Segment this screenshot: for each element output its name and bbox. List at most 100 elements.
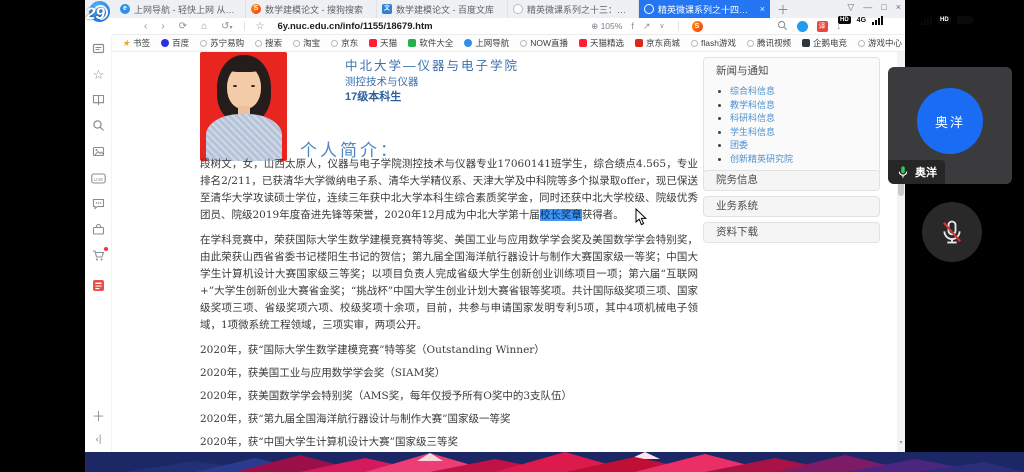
- globe-favicon: [858, 40, 865, 47]
- picture-icon[interactable]: [85, 145, 112, 163]
- notification-dot: [104, 247, 108, 251]
- globe-favicon: [293, 40, 300, 47]
- news-link[interactable]: 科研科信息: [730, 112, 879, 126]
- microphone-mute-button[interactable]: [922, 202, 982, 262]
- news-link[interactable]: 教学科信息: [730, 99, 879, 113]
- bookmark-search[interactable]: 搜索: [255, 37, 282, 49]
- home-icon[interactable]: ⌂: [201, 21, 207, 32]
- cart-icon[interactable]: [85, 249, 112, 267]
- bookmark-tmall[interactable]: 天猫: [369, 37, 397, 49]
- search-icon[interactable]: [777, 20, 788, 33]
- tab-baidu-wenku[interactable]: 文 数学建模论文 - 百度文库: [377, 0, 508, 18]
- profile-body: 段树文，女，山西太原人，仪器与电子学院测控技术与仪器专业17060141班学生，…: [200, 156, 698, 452]
- live-icon[interactable]: LIVE: [85, 171, 112, 189]
- url-field[interactable]: 6y.nuc.edu.cn/info/1155/18679.htm: [278, 21, 433, 32]
- sidebar-collapse-button[interactable]: ‹|: [85, 434, 112, 445]
- back-icon[interactable]: ‹: [144, 21, 147, 32]
- tab-lecture-13[interactable]: 精英微课系列之十三：马天成--保研: [508, 0, 639, 18]
- participant-label: 奥洋: [888, 160, 945, 184]
- globe-favicon: [255, 40, 262, 47]
- mic-muted-icon: [938, 218, 966, 246]
- bookmark-software[interactable]: 软件大全: [408, 37, 453, 49]
- news-link-label: 学生科信息: [730, 127, 775, 137]
- bookmark-taobao[interactable]: 淘宝: [293, 37, 320, 49]
- award-item: 2020年，获“第九届全国海洋航行器设计与制作大赛”国家级一等奖: [200, 411, 698, 428]
- bookmarks-menu[interactable]: ★书签: [122, 37, 150, 49]
- share-icon[interactable]: ↗: [643, 21, 651, 32]
- bookmark-nav[interactable]: 上网导航: [464, 37, 509, 49]
- signal-bars-icon: [921, 16, 932, 25]
- tab-close-icon[interactable]: ×: [760, 4, 765, 14]
- news-link-label: 创新精英研究院: [730, 154, 793, 164]
- jd-favicon: [635, 39, 643, 47]
- page-zoom-control[interactable]: ⊕ 105%: [591, 21, 622, 32]
- mic-active-icon: [896, 165, 910, 179]
- nav-favicon: [464, 39, 472, 47]
- globe-favicon: [520, 40, 527, 47]
- photo-fringe: [225, 59, 263, 72]
- news-card-title: 新闻与通知: [704, 58, 879, 81]
- bookmark-now-live[interactable]: NOW直播: [520, 37, 568, 49]
- reading-mode-icon[interactable]: [85, 93, 112, 111]
- collections-icon[interactable]: [85, 42, 112, 60]
- bookmark-suning[interactable]: 苏宁易购: [200, 37, 244, 49]
- globe-favicon: [644, 4, 654, 14]
- bookmark-flash-games[interactable]: flash游戏: [691, 37, 736, 49]
- briefcase-icon[interactable]: [85, 223, 112, 241]
- meeting-floating-window[interactable]: 奥洋 奥洋: [888, 67, 1012, 184]
- paragraph-text: 获得者。: [582, 209, 624, 221]
- globe-favicon: [200, 40, 207, 47]
- search-icon[interactable]: [85, 119, 112, 137]
- extension-blue-icon[interactable]: [797, 21, 808, 32]
- bookmark-baidu[interactable]: 百度: [161, 37, 189, 49]
- section-yuanwu[interactable]: 院务信息: [703, 170, 880, 191]
- bookmark-tencent-video[interactable]: 腾讯视频: [747, 37, 791, 49]
- hd-volte-icon: HD: [938, 16, 951, 24]
- tab-sogou-search[interactable]: S 数学建模论文 - 搜狗搜索: [246, 0, 377, 18]
- bookmark-tmall-select[interactable]: 天猫精选: [579, 37, 624, 49]
- paragraph-2: 在学科竞赛中，荣获国际大学生数学建模竞赛特等奖、美国工业与应用数学学会奖及美国数…: [200, 232, 698, 334]
- bookmark-jd-mall[interactable]: 京东商城: [635, 37, 680, 49]
- tab-title: 数学建模论文 - 搜狗搜索: [265, 3, 371, 16]
- sidebar-add-button[interactable]: ＋: [85, 406, 112, 425]
- new-tab-button[interactable]: ＋: [775, 1, 791, 18]
- battery-icon: [957, 16, 972, 24]
- news-link-label: 综合科信息: [730, 86, 775, 96]
- sogou-extension-icon[interactable]: S: [692, 21, 703, 32]
- award-item: 2020年，获美国数学学会特别奖（AMS奖，每年仅授予所有O奖中的3支队伍）: [200, 388, 698, 405]
- news-link[interactable]: 学生科信息: [730, 126, 879, 140]
- favorites-star-icon[interactable]: ☆: [85, 67, 112, 83]
- forward-icon[interactable]: ›: [161, 21, 164, 32]
- award-item: 2020年，获“中国大学生计算机设计大赛”国家级三等奖: [200, 434, 698, 451]
- bookmark-jd[interactable]: 京东: [331, 37, 358, 49]
- webpage-viewport: 中北大学—仪器与电子学院 测控技术与仪器 17级本科生 个人简介： 段树文，女，…: [112, 52, 897, 452]
- bookmark-star-icon[interactable]: ☆: [256, 21, 265, 32]
- tab-title: 上网导航 - 轻快上网 从这里开始: [134, 3, 240, 16]
- signal-bars-icon: [872, 16, 883, 25]
- chevron-down-icon[interactable]: ∨: [659, 22, 664, 30]
- tab-bar: e 上网导航 - 轻快上网 从这里开始 S 数学建模论文 - 搜狗搜索 文 数学…: [85, 0, 905, 18]
- bookmark-penguin-esports[interactable]: 企鹅电竞: [802, 37, 847, 49]
- tab-lecture-14-active[interactable]: 精英微课系列之十四：段树文--最 ×: [639, 0, 770, 18]
- section-yewu[interactable]: 业务系统: [703, 196, 880, 217]
- messages-icon[interactable]: [85, 197, 112, 215]
- news-link[interactable]: 创新精英研究院: [730, 153, 879, 167]
- globe-favicon: [331, 40, 338, 47]
- undo-close-icon[interactable]: ↺▾: [221, 21, 232, 32]
- news-link[interactable]: 团委: [730, 139, 879, 153]
- news-link[interactable]: 综合科信息: [730, 85, 879, 99]
- translate-extension-icon[interactable]: 译: [817, 21, 828, 32]
- news-link-list: 综合科信息 教学科信息 科研科信息 学生科信息 团委 创新精英研究院: [704, 85, 879, 166]
- bookmark-game-center[interactable]: 游戏中心: [858, 37, 902, 49]
- font-tool-icon[interactable]: f: [631, 21, 634, 31]
- scrollbar-down-arrow[interactable]: ▾: [897, 439, 905, 446]
- refresh-icon[interactable]: ⟳: [179, 21, 187, 32]
- red-app-icon[interactable]: [85, 279, 112, 297]
- section-ziliao[interactable]: 资料下载: [703, 222, 880, 243]
- hd-volte-icon: HD: [838, 16, 851, 24]
- tab-nav-homepage[interactable]: e 上网导航 - 轻快上网 从这里开始: [115, 0, 246, 18]
- participant-name: 奥洋: [915, 164, 937, 180]
- divider: [678, 21, 679, 31]
- bookmarks-bar: ★书签 百度 苏宁易购 搜索 淘宝 京东 天猫 软件大全 上网导航 NOW直播 …: [112, 35, 905, 52]
- news-link-label: 教学科信息: [730, 100, 775, 110]
